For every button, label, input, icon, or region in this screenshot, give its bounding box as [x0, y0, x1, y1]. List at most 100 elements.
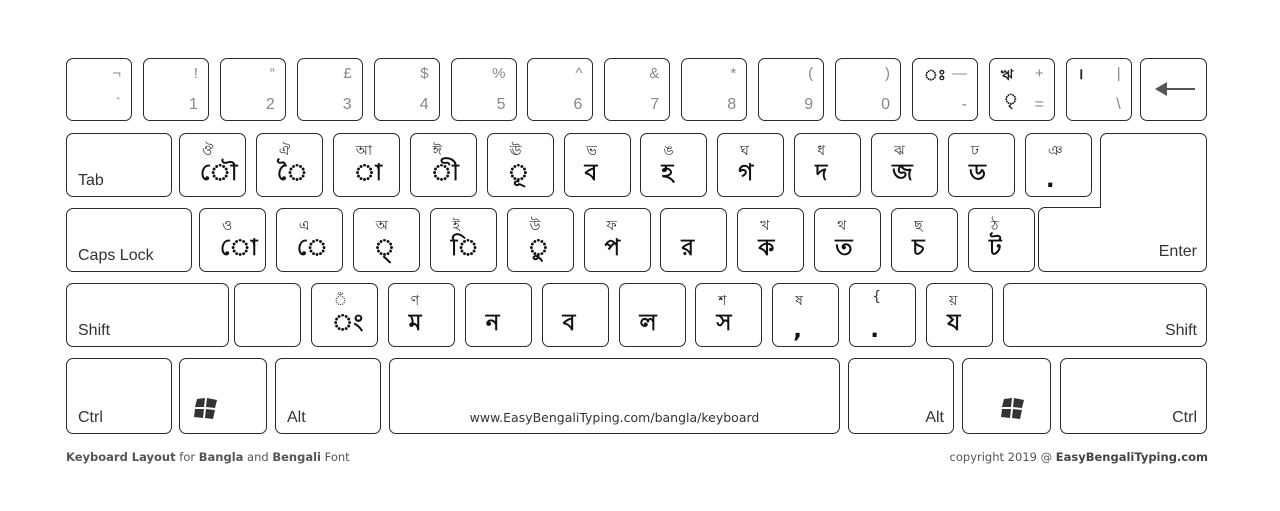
bangla-key[interactable]: ঈী [409, 133, 477, 197]
number-key[interactable]: ঋৃ + = [988, 58, 1055, 121]
base-char: া [353, 160, 383, 186]
bangla-key[interactable]: অ্ [352, 208, 420, 272]
bangla-key[interactable]: এে [275, 208, 343, 272]
bangla-shift-char: ঋ [1000, 67, 1014, 84]
right-shift-key[interactable]: Shift [1003, 283, 1207, 347]
number-key[interactable]: ) 0 [835, 58, 901, 121]
left-windows-key[interactable] [179, 358, 267, 434]
bangla-key[interactable]: র [660, 208, 728, 272]
shift-char: { [872, 289, 882, 305]
left-ctrl-key[interactable]: Ctrl [66, 358, 172, 434]
bangla-key[interactable]: {. [849, 283, 917, 347]
bangla-key[interactable]: খক [737, 208, 805, 272]
bangla-key[interactable]: থত [814, 208, 882, 272]
bangla-key[interactable]: য় য [926, 283, 994, 347]
footer-part: Keyboard Layout [66, 450, 176, 464]
right-alt-key[interactable]: Alt [848, 358, 954, 434]
bangla-shift-char: । [1077, 66, 1084, 83]
bangla-key[interactable]: ঠট [968, 208, 1035, 272]
shift-label: Shift [78, 322, 111, 339]
bangla-shift-char: ঃ [923, 67, 946, 84]
bangla-key[interactable]: ঊূ [486, 133, 554, 197]
number-key[interactable]: “2 [219, 58, 286, 121]
bangla-key[interactable]: ওো [199, 208, 266, 272]
base-char: 2 [265, 96, 275, 113]
bangla-key[interactable]: ল [618, 283, 686, 347]
backspace-key[interactable] [1140, 58, 1207, 121]
windows-logo-icon [1001, 398, 1024, 419]
number-key[interactable]: । | \ [1065, 58, 1132, 121]
bangla-key[interactable]: উু [506, 208, 574, 272]
bangla-key[interactable]: ইি [429, 208, 497, 272]
bangla-key[interactable]: শস [695, 283, 763, 347]
number-key[interactable]: $4 [373, 58, 440, 121]
base-char: ব [562, 310, 576, 336]
base-char: 6 [573, 96, 583, 113]
footer-part: Font [321, 450, 350, 464]
bangla-key[interactable]: ণম [387, 283, 455, 347]
shift-char: + [1035, 65, 1044, 82]
number-key[interactable]: ঃ — - [911, 58, 978, 121]
shift-char: ( [808, 65, 814, 82]
number-key[interactable]: % 5 [450, 58, 517, 121]
bangla-key[interactable]: আা [332, 133, 400, 197]
bangla-key[interactable] [234, 283, 301, 347]
bangla-key[interactable]: ভব [563, 133, 631, 197]
number-key[interactable]: (9 [758, 58, 825, 121]
bangla-key[interactable]: ঐৈ [255, 133, 323, 197]
base-char: = [1034, 96, 1044, 113]
base-char: \ [1116, 96, 1121, 113]
base-char: ড [969, 160, 986, 186]
footer-part: Bengali [272, 450, 321, 464]
number-key[interactable]: ! 1 [142, 58, 209, 121]
caps-lock-key[interactable]: Caps Lock [66, 208, 192, 272]
base-char: ে [296, 235, 328, 261]
base-char: 3 [342, 96, 352, 113]
bangla-key[interactable]: ঞ. [1024, 133, 1092, 197]
bangla-key[interactable]: ঁং [310, 283, 378, 347]
bangla-key[interactable]: ছচ [891, 208, 959, 272]
base-char: . [1045, 167, 1055, 193]
base-char: ং [331, 310, 364, 336]
space-bar-url: www.EasyBengaliTyping.com/bangla/keyboar… [469, 410, 760, 425]
shift-char: % [492, 65, 506, 82]
base-char: 8 [727, 96, 737, 113]
bangla-key[interactable]: ন [464, 283, 532, 347]
base-char: ত [835, 235, 853, 261]
base-char: গ [738, 160, 754, 186]
enter-key-top[interactable] [1100, 133, 1207, 209]
shift-char: | [1116, 65, 1121, 82]
base-char: প [604, 235, 621, 261]
bangla-base-char: ৃ [1003, 91, 1018, 108]
left-shift-key[interactable]: Shift [66, 283, 229, 347]
bangla-key[interactable]: ঝজ [871, 133, 939, 197]
number-key[interactable]: £3 [296, 58, 363, 121]
footer-part: and [243, 450, 273, 464]
bangla-key[interactable]: ঘগ [717, 133, 785, 197]
footer-title: Keyboard Layout for Bangla and Bengali F… [66, 450, 350, 464]
space-bar[interactable]: www.EasyBengaliTyping.com/bangla/keyboar… [389, 358, 840, 434]
number-key[interactable]: & 7 [604, 58, 671, 121]
bangla-key[interactable]: ধদ [794, 133, 862, 197]
left-alt-key[interactable]: Alt [275, 358, 381, 434]
number-key[interactable]: ^ 6 [527, 58, 594, 121]
tab-key[interactable]: Tab [66, 133, 172, 197]
number-key[interactable]: * 8 [681, 58, 748, 121]
bangla-key[interactable]: ষ, [772, 283, 840, 347]
number-key[interactable]: ¬ ` [66, 58, 132, 121]
bangla-key[interactable]: ঔৌ [179, 133, 246, 197]
bangla-key[interactable]: ঙহ [640, 133, 708, 197]
base-char: ু [527, 235, 550, 261]
tab-key-label: Tab [78, 172, 104, 189]
base-char: ক [758, 235, 775, 261]
enter-key[interactable]: Enter [1038, 207, 1207, 272]
base-char: 5 [496, 96, 506, 113]
bangla-key[interactable]: ব [541, 283, 609, 347]
shift-char: — [951, 65, 967, 82]
right-windows-key[interactable] [962, 358, 1051, 434]
bangla-key[interactable]: ফপ [583, 208, 651, 272]
base-char: ী [430, 160, 459, 186]
enter-key-label: Enter [1158, 243, 1197, 260]
right-ctrl-key[interactable]: Ctrl [1060, 358, 1207, 434]
bangla-key[interactable]: ঢড [948, 133, 1015, 197]
